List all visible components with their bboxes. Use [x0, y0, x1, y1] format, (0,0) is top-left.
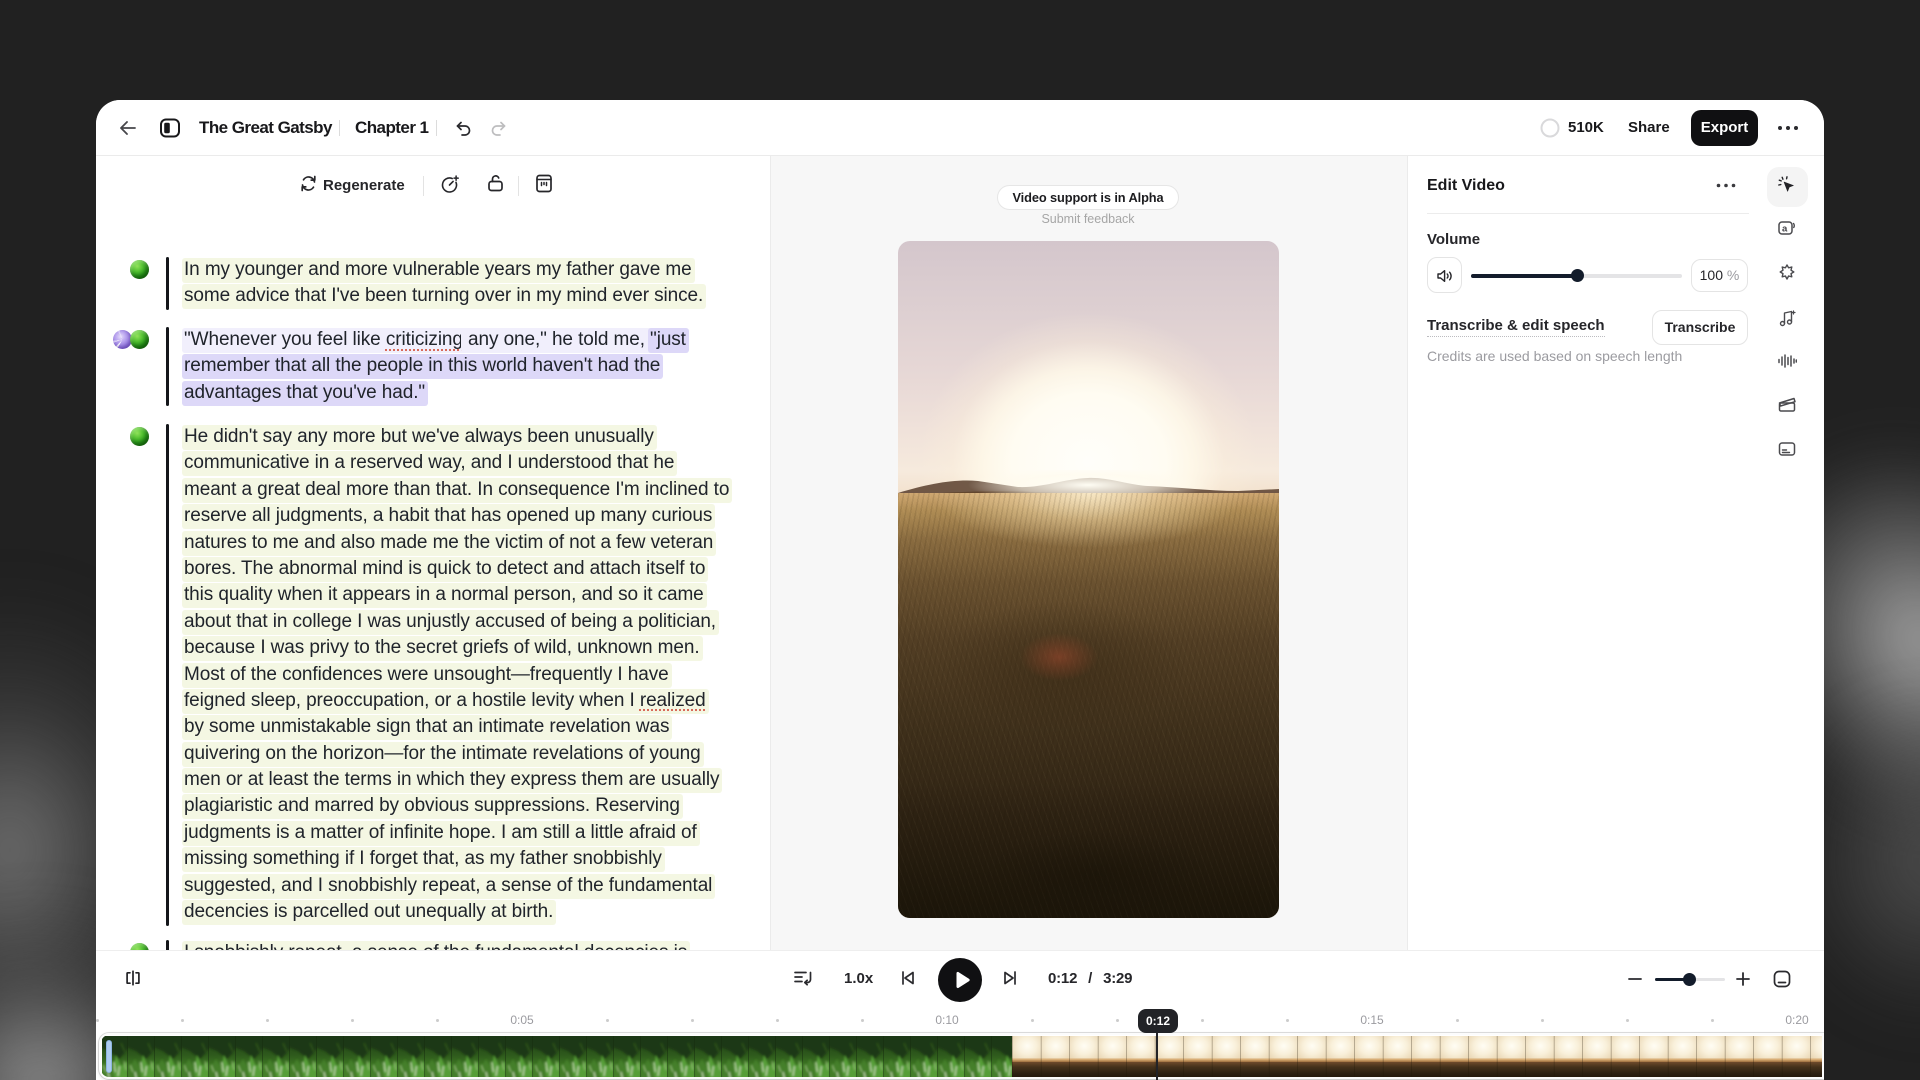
svg-text:a: a [1782, 224, 1788, 235]
